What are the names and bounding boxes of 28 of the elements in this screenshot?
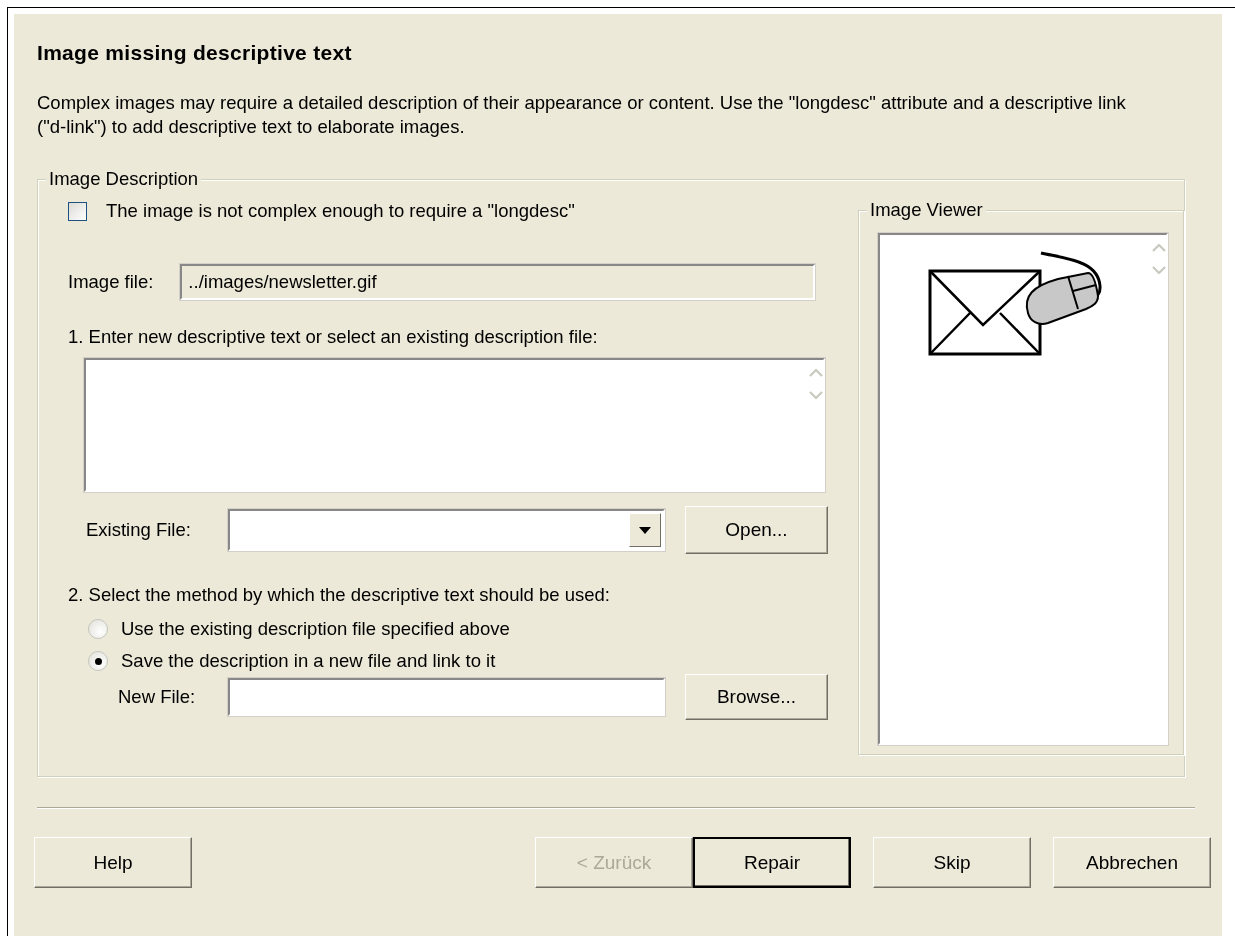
repair-button[interactable]: Repair: [693, 837, 851, 888]
open-button[interactable]: Open...: [685, 506, 828, 554]
chevron-up-icon: [809, 369, 823, 377]
dropdown-button[interactable]: [629, 513, 661, 547]
radio-label: Use the existing description file specified above: [121, 618, 510, 640]
step-label: 2. Select the method by which the descriptive text should be used:: [68, 584, 611, 606]
image-file-field[interactable]: ../images/newsletter.gif: [180, 264, 816, 300]
radio-button[interactable]: [88, 619, 108, 639]
cancel-button[interactable]: Abbrechen: [1053, 837, 1211, 888]
browse-button[interactable]: Browse...: [685, 674, 828, 720]
radio-button[interactable]: [88, 651, 108, 671]
caret-down-icon: [639, 526, 651, 534]
dialog-title: Image missing descriptive text: [37, 41, 353, 65]
field-label: New File:: [118, 686, 197, 708]
skip-button[interactable]: Skip: [873, 837, 1031, 888]
chevron-up-icon: [1152, 244, 1166, 252]
chevron-down-icon: [809, 391, 823, 399]
radio-label: Save the description in a new file and link to it: [121, 650, 496, 672]
description-text-area[interactable]: [84, 358, 825, 492]
step-label: 1. Enter new descriptive text or select an existing description file:: [68, 326, 599, 348]
field-label: Existing File:: [86, 519, 192, 541]
checkbox[interactable]: [68, 201, 87, 221]
checkbox-label: The image is not complex enough to require a "longdesc": [106, 200, 575, 222]
new-file-field[interactable]: [228, 678, 665, 716]
help-button[interactable]: Help: [34, 837, 192, 888]
description-text: Complex images may require a detailed description of their appearance or content. Use the "longdesc" attribute and a descriptive link ("d-link") to add descriptive text to elaborate images.: [37, 91, 1127, 139]
chevron-down-icon: [1152, 266, 1166, 274]
field-label: Image file:: [68, 271, 154, 293]
